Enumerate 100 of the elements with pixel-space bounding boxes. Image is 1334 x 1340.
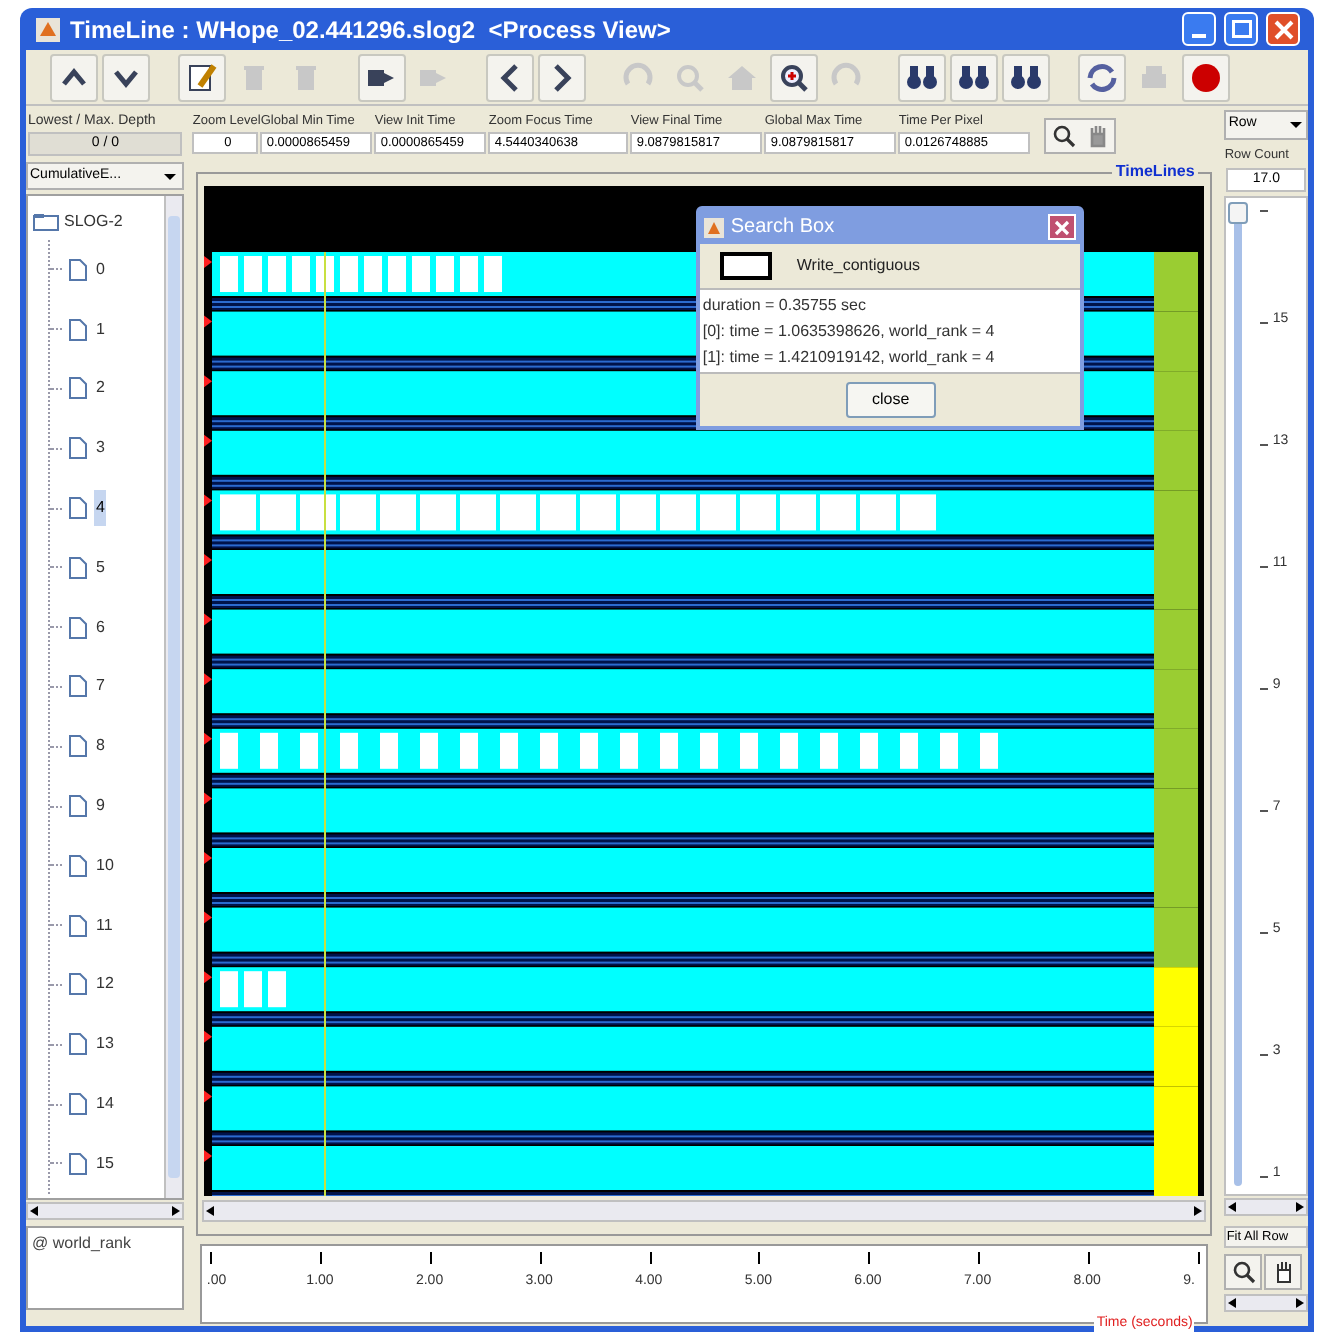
zoom-out-icon <box>672 59 708 95</box>
arrow-left-icon <box>28 1204 40 1218</box>
close-button[interactable]: close <box>846 382 936 418</box>
panel-title: TimeLines <box>1111 162 1199 182</box>
tree-root[interactable]: SLOG-2 <box>64 210 123 234</box>
toolbar-button[interactable] <box>1002 53 1050 101</box>
tick-mark <box>1260 1053 1269 1056</box>
tick-mark <box>1260 687 1269 690</box>
tick-mark <box>539 1252 542 1264</box>
file-icon <box>68 1092 88 1117</box>
tree-item[interactable]: 7 <box>94 668 107 705</box>
maximize-icon <box>1231 20 1251 38</box>
tree-item[interactable]: 11 <box>94 907 115 944</box>
tick-mark <box>977 1252 980 1264</box>
hand-icon <box>1085 124 1110 148</box>
tick-mark <box>1087 1252 1090 1264</box>
arrow-right-icon <box>1192 1204 1205 1218</box>
file-icon <box>68 794 88 819</box>
tree-item[interactable]: 9 <box>94 788 107 825</box>
file-icon <box>68 615 88 640</box>
scrollbar[interactable] <box>26 1202 185 1220</box>
toolbar-button[interactable] <box>770 53 818 101</box>
tree-item[interactable]: 14 <box>94 1086 116 1123</box>
file-icon <box>68 1032 88 1057</box>
tick-mark <box>1260 321 1269 324</box>
tree-item[interactable]: 2 <box>94 370 107 407</box>
category-label: Write_contiguous <box>796 254 921 278</box>
app-icon <box>704 217 725 237</box>
toolbar-button[interactable] <box>898 53 946 101</box>
tree-item[interactable]: 10 <box>94 847 116 884</box>
slider-track[interactable] <box>1228 201 1253 1190</box>
file-icon <box>68 913 88 938</box>
zoom-in-icon <box>776 59 812 95</box>
toolbar-button[interactable] <box>178 53 226 101</box>
slider-thumb[interactable] <box>1228 201 1249 224</box>
scrollbar[interactable] <box>164 196 183 1198</box>
file-icon <box>68 317 88 342</box>
arrow-right-icon <box>170 1204 183 1218</box>
stop-icon <box>1188 59 1224 95</box>
minimize-icon <box>1192 34 1206 38</box>
tree-item[interactable]: 6 <box>94 609 107 646</box>
close-button[interactable] <box>1266 12 1300 46</box>
toolbar-button[interactable] <box>1182 53 1230 101</box>
pencil-icon <box>184 59 220 95</box>
result-line: duration = 0.35755 sec <box>700 294 868 318</box>
search-icon <box>1231 1259 1256 1284</box>
dialog-title: Search Box <box>730 214 837 242</box>
close-icon <box>1052 217 1073 237</box>
tick-mark <box>210 1252 213 1264</box>
tick-mark <box>320 1252 323 1264</box>
close-icon <box>1273 19 1293 39</box>
file-icon <box>68 853 88 878</box>
hand-button[interactable] <box>1264 1253 1303 1290</box>
tree-item[interactable]: 13 <box>94 1026 116 1063</box>
toolbar-button[interactable] <box>1078 53 1126 101</box>
toolbar-button[interactable] <box>50 53 98 101</box>
legend-swatch <box>720 252 773 280</box>
arrow-right-icon <box>1294 1295 1306 1310</box>
tree-item[interactable]: 0 <box>94 251 107 288</box>
search-icon <box>1051 124 1076 148</box>
scrollbar[interactable] <box>1224 1197 1308 1216</box>
tick-mark <box>1260 443 1269 446</box>
arrow-left-icon <box>204 1204 217 1218</box>
tick-mark <box>1260 209 1269 212</box>
file-icon <box>68 972 88 997</box>
tick-mark <box>758 1252 761 1264</box>
toolbar-button[interactable] <box>486 53 534 101</box>
scrollbar[interactable] <box>202 1200 1207 1222</box>
arrow-right-icon <box>1294 1199 1306 1214</box>
maximize-button[interactable] <box>1224 12 1258 46</box>
minimize-button[interactable] <box>1182 12 1216 46</box>
zoom-button[interactable] <box>1224 1253 1263 1290</box>
toolbar-button[interactable] <box>950 53 998 101</box>
tree-item[interactable]: 5 <box>94 549 107 586</box>
refresh-icon <box>1084 59 1120 95</box>
result-line: [1]: time = 1.4210919142, world_rank = 4 <box>700 346 997 370</box>
window-title: TimeLine : WHope_02.441296.slog2 <Process View> <box>70 13 673 47</box>
scrollbar[interactable] <box>1224 1293 1308 1312</box>
hand-icon <box>1271 1259 1296 1284</box>
file-icon <box>68 555 88 580</box>
attribute-item[interactable]: @ world_rank <box>28 1228 183 1308</box>
tick-mark <box>1260 809 1269 812</box>
tick-mark <box>429 1252 432 1264</box>
tree-item[interactable]: 12 <box>94 966 116 1003</box>
file-icon <box>68 734 88 759</box>
close-button[interactable] <box>1048 214 1077 240</box>
result-line: [0]: time = 1.0635398626, world_rank = 4 <box>700 320 997 344</box>
toolbar-button[interactable] <box>358 53 406 101</box>
tree-item[interactable]: 15 <box>94 1145 116 1182</box>
arrow-left-icon <box>1226 1295 1239 1310</box>
tick-mark <box>1260 1175 1269 1178</box>
tree-item[interactable]: 3 <box>94 430 107 467</box>
tree-item[interactable]: 8 <box>94 728 107 765</box>
file-icon <box>68 257 88 282</box>
tree-item[interactable]: 1 <box>94 311 107 348</box>
tree-item[interactable]: 4 <box>94 490 107 527</box>
tick-mark <box>649 1252 652 1264</box>
toolbar-button[interactable] <box>102 53 150 101</box>
toolbar-button[interactable] <box>538 53 586 101</box>
tick-mark <box>1260 565 1269 568</box>
